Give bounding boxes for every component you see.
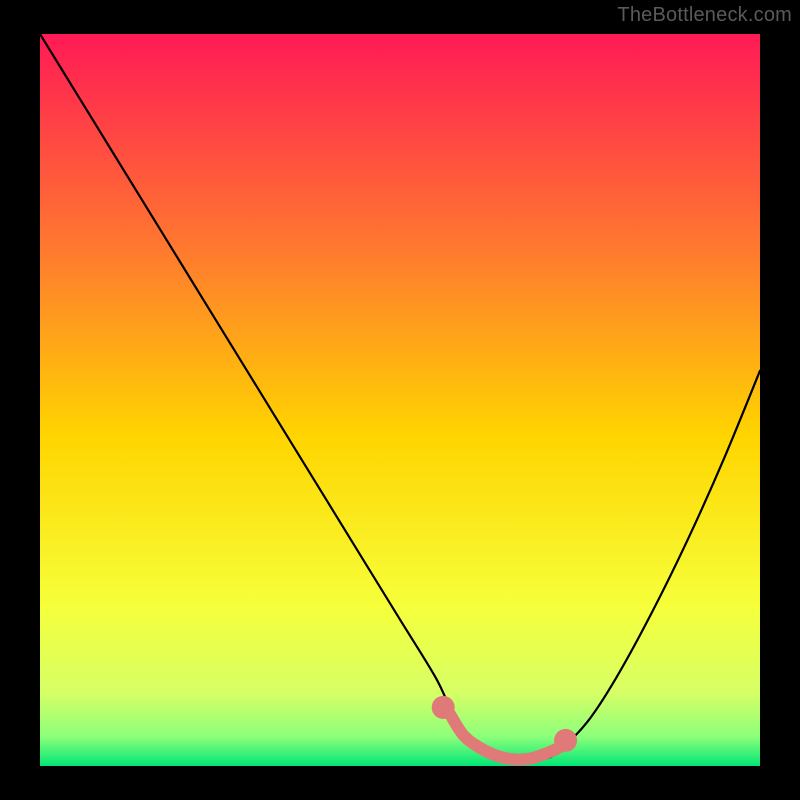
chart-frame: TheBottleneck.com [0, 0, 800, 800]
chart-svg [40, 34, 760, 766]
marker-dot-left [432, 696, 455, 719]
gradient-background [40, 34, 760, 766]
watermark-text: TheBottleneck.com [617, 4, 792, 27]
plot-area [40, 34, 760, 766]
marker-dot-right [554, 729, 577, 752]
